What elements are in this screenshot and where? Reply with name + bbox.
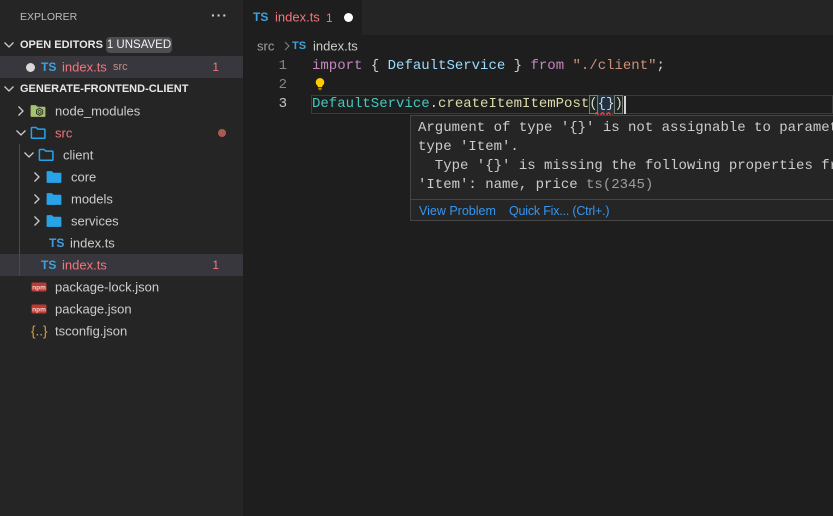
svg-text:npm: npm xyxy=(32,285,46,292)
svg-text:npm: npm xyxy=(32,307,46,314)
